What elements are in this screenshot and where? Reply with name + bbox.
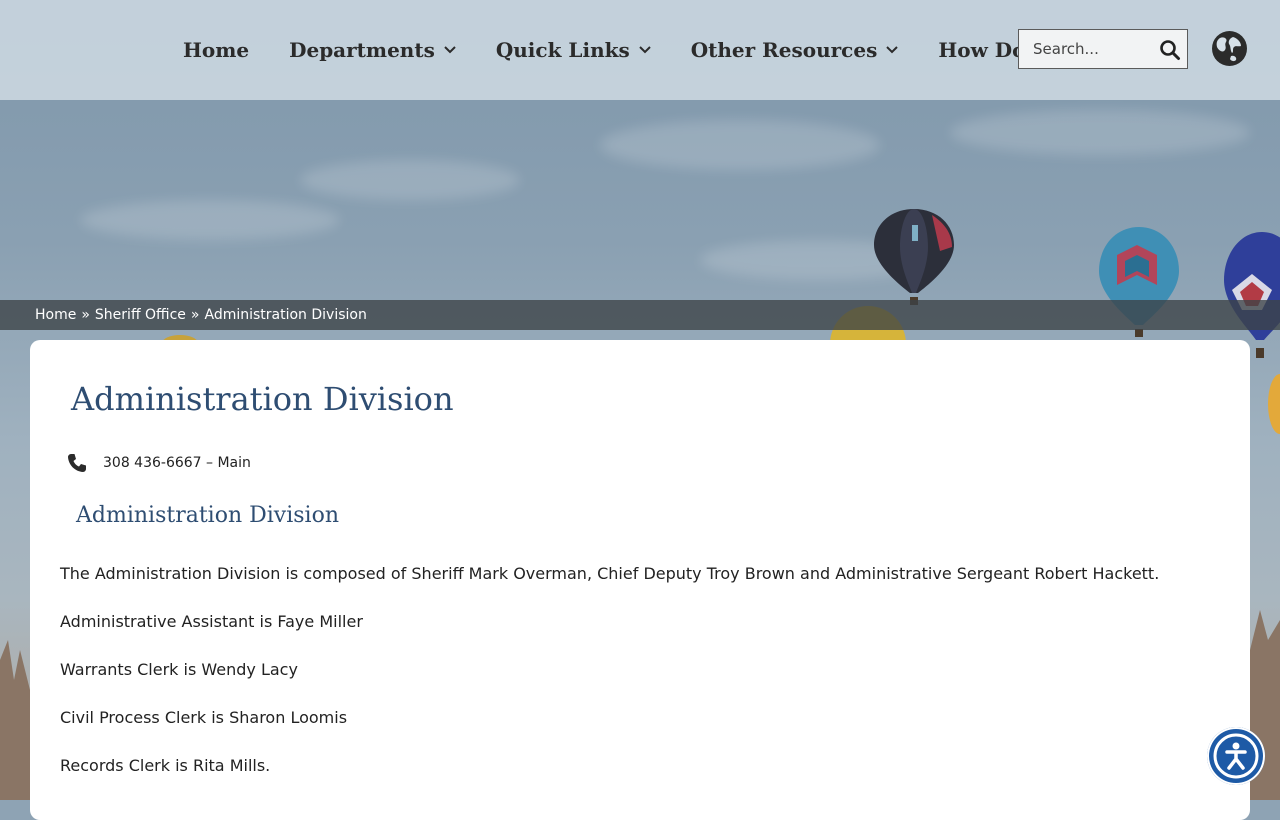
search-box bbox=[1018, 29, 1188, 69]
nav-item-departments[interactable]: Departments bbox=[289, 38, 456, 62]
mountain-range bbox=[0, 640, 30, 800]
breadcrumb-separator: » bbox=[190, 307, 200, 323]
site-header: Home Departments Quick Links Other Resou… bbox=[0, 0, 1280, 100]
accessibility-icon bbox=[1213, 733, 1259, 779]
nav-item-label: Departments bbox=[289, 38, 435, 62]
globe-icon[interactable] bbox=[1211, 30, 1248, 67]
hot-air-balloon bbox=[874, 209, 954, 305]
breadcrumb-link-home[interactable]: Home bbox=[35, 307, 76, 323]
hot-air-balloon bbox=[1268, 374, 1280, 434]
nav-item-label: Home bbox=[183, 38, 250, 62]
breadcrumb-current: Administration Division bbox=[204, 307, 367, 323]
nav-item-label: Other Resources bbox=[690, 38, 878, 62]
breadcrumb: Home » Sheriff Office » Administration D… bbox=[0, 300, 1280, 330]
chevron-down-icon bbox=[444, 46, 456, 54]
content-card: Administration Division 308 436-6667 – M… bbox=[30, 340, 1250, 820]
nav-item-home[interactable]: Home bbox=[183, 38, 249, 62]
search-input[interactable] bbox=[1033, 30, 1148, 68]
search-icon[interactable] bbox=[1159, 39, 1181, 61]
chevron-down-icon bbox=[886, 46, 899, 54]
breadcrumb-separator: » bbox=[81, 307, 90, 323]
body-paragraph: Administrative Assistant is Faye Miller bbox=[60, 612, 363, 631]
phone-contact: 308 436-6667 – Main bbox=[66, 452, 251, 474]
body-paragraph: Records Clerk is Rita Mills. bbox=[60, 756, 271, 775]
main-nav: Home Departments Quick Links Other Resou… bbox=[183, 0, 1063, 100]
phone-number[interactable]: 308 436-6667 – Main bbox=[103, 455, 251, 471]
body-paragraph: The Administration Division is composed … bbox=[60, 564, 1160, 583]
page-title: Administration Division bbox=[71, 380, 454, 418]
chevron-down-icon bbox=[639, 46, 651, 54]
nav-item-other-resources[interactable]: Other Resources bbox=[691, 38, 899, 62]
phone-icon bbox=[68, 454, 86, 472]
body-paragraph: Civil Process Clerk is Sharon Loomis bbox=[60, 708, 348, 727]
accessibility-button[interactable] bbox=[1207, 727, 1265, 785]
section-title: Administration Division bbox=[76, 503, 340, 528]
nav-item-quick-links[interactable]: Quick Links bbox=[496, 38, 651, 62]
body-paragraph: Warrants Clerk is Wendy Lacy bbox=[60, 660, 298, 679]
breadcrumb-link-sheriff-office[interactable]: Sheriff Office bbox=[95, 307, 186, 323]
nav-item-label: Quick Links bbox=[495, 38, 630, 62]
